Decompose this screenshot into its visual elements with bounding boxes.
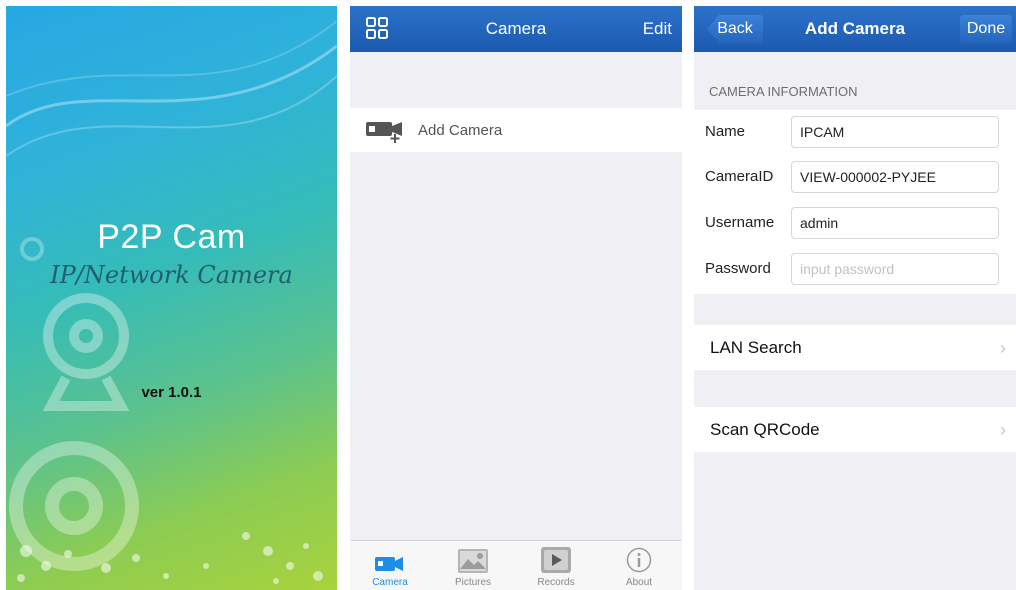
username-field[interactable]: admin [791,207,999,239]
version-label: ver 1.0.1 [141,384,202,401]
add-camera-screen: Back Add Camera Done CAMERA INFORMATION … [694,6,1016,590]
tab-camera[interactable]: Camera [360,545,420,588]
username-value: admin [800,215,839,231]
scan-qrcode-row[interactable]: Scan QRCode › [694,407,1016,452]
name-value: IPCAM [800,124,845,140]
tab-pictures[interactable]: Pictures [443,545,503,588]
tab-about[interactable]: About [609,545,669,588]
info-icon [626,547,652,573]
tab-bar: Camera Pictures Records About [350,540,682,590]
password-label: Password [705,260,771,277]
camera-info-form: Name IPCAM CameraID VIEW-000002-PYJEE Us… [694,110,1016,294]
camera-icon [375,557,403,571]
camera-list-navbar: Camera Edit [350,6,682,52]
add-camera-row[interactable]: Add Camera [350,108,682,152]
name-label: Name [705,123,746,140]
chevron-right-icon: › [1000,420,1006,440]
add-camera-label: Add Camera [418,122,503,139]
splash-screen: P2P Cam IP/Network Camera ver 1.0.1 [6,6,337,590]
camera-add-icon [366,119,406,148]
add-camera-navbar: Back Add Camera Done [694,6,1016,52]
scan-qrcode-label: Scan QRCode [710,420,820,439]
password-placeholder: input password [800,261,895,277]
large-ring-watermark-icon [9,441,139,571]
username-row: Username admin [694,201,1016,245]
camera-id-value: VIEW-000002-PYJEE [800,169,936,185]
tab-about-label: About [625,577,653,588]
app-subtitle: IP/Network Camera [50,261,293,289]
tab-camera-label: Camera [372,577,408,588]
camera-id-field[interactable]: VIEW-000002-PYJEE [791,161,999,193]
name-row: Name IPCAM [694,110,1016,154]
pictures-icon [458,549,488,573]
camera-list-screen: Camera Edit Add Camera Camera Pictures R… [350,6,682,590]
chevron-right-icon: › [1000,338,1006,358]
splash-background-art [6,20,337,584]
done-button[interactable]: Done [960,15,1012,43]
records-icon [541,547,571,573]
camera-id-row: CameraID VIEW-000002-PYJEE [694,155,1016,199]
section-header: CAMERA INFORMATION [709,84,858,99]
name-field[interactable]: IPCAM [791,116,999,148]
username-label: Username [705,214,775,231]
app-title: P2P Cam [97,218,246,256]
edit-button[interactable]: Edit [643,19,672,39]
page-title: Camera [485,19,547,38]
password-row: Password input password [694,247,1016,291]
tab-records[interactable]: Records [526,545,586,588]
lan-search-label: LAN Search [710,338,802,357]
password-field[interactable]: input password [791,253,999,285]
tab-records-label: Records [537,577,575,588]
lan-search-row[interactable]: LAN Search › [694,325,1016,370]
camera-id-label: CameraID [705,168,774,185]
tab-pictures-label: Pictures [454,577,492,588]
